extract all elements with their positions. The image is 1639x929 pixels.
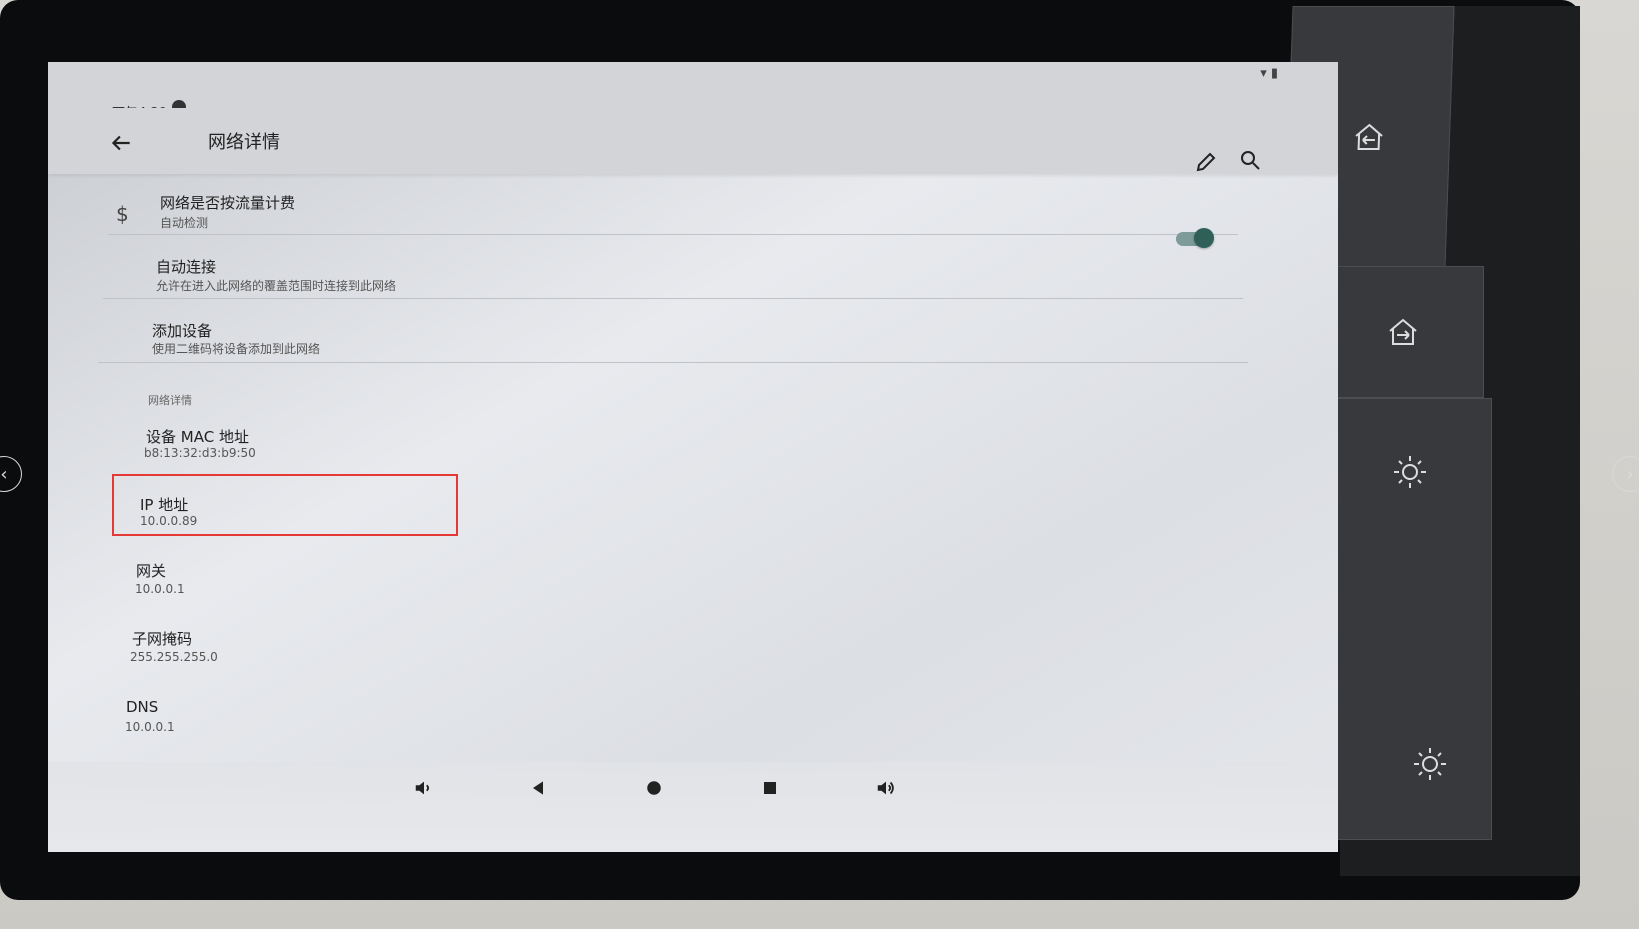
wifi-battery-icon: ▾ ▮ bbox=[1260, 66, 1278, 81]
recents-button[interactable] bbox=[756, 774, 784, 802]
device-frame: 下午4:29 ▾ ▮ 网络详情 $ 网络是否按流量计费 自动检测 自动连接 允许… bbox=[0, 0, 1580, 900]
brightness-down-icon bbox=[1414, 748, 1446, 780]
back-triangle-icon bbox=[533, 781, 543, 795]
volume-down-button[interactable] bbox=[410, 774, 438, 802]
volume-down-icon bbox=[415, 781, 430, 795]
mac-address-title: 设备 MAC 地址 bbox=[146, 428, 249, 446]
add-device-subtitle: 使用二维码将设备添加到此网络 bbox=[152, 342, 321, 356]
home-circle-icon bbox=[647, 781, 661, 795]
row-divider bbox=[98, 362, 1248, 363]
volume-up-icon bbox=[877, 781, 894, 795]
brightness-up-icon bbox=[1394, 456, 1426, 488]
back-button[interactable] bbox=[524, 774, 552, 802]
dns-value: 10.0.0.1 bbox=[125, 720, 175, 734]
status-bar: 下午4:29 ▾ ▮ bbox=[48, 62, 1338, 121]
auto-connect-toggle[interactable] bbox=[1176, 228, 1214, 248]
home-right-icon bbox=[1389, 318, 1417, 345]
highlight-annotation-box bbox=[112, 474, 458, 536]
hardware-home-right-button[interactable] bbox=[1322, 266, 1484, 398]
row-divider bbox=[108, 234, 1238, 235]
hardware-button-panel bbox=[1283, 6, 1580, 876]
next-image-button[interactable]: › bbox=[1612, 456, 1639, 492]
metered-title: 网络是否按流量计费 bbox=[160, 194, 296, 212]
mac-address-value: b8:13:32:d3:b9:50 bbox=[144, 446, 256, 460]
pencil-icon[interactable] bbox=[1194, 150, 1218, 174]
add-device-title: 添加设备 bbox=[152, 322, 213, 340]
back-arrow-icon[interactable] bbox=[108, 130, 134, 156]
tablet-screen: 下午4:29 ▾ ▮ 网络详情 $ 网络是否按流量计费 自动检测 自动连接 允许… bbox=[48, 62, 1338, 852]
brightness-down-button[interactable] bbox=[1411, 745, 1449, 787]
section-header: 网络详情 bbox=[148, 394, 192, 407]
page-title: 网络详情 bbox=[208, 132, 280, 153]
volume-up-button[interactable] bbox=[872, 774, 900, 802]
recents-square-icon bbox=[764, 782, 776, 794]
gateway-title: 网关 bbox=[136, 562, 167, 580]
home-button[interactable] bbox=[640, 774, 668, 802]
hardware-brightness-panel bbox=[1328, 398, 1492, 840]
row-divider bbox=[103, 298, 1243, 299]
auto-connect-subtitle: 允许在进入此网络的覆盖范围时连接到此网络 bbox=[156, 279, 397, 293]
dollar-icon: $ bbox=[116, 202, 129, 226]
navigation-bar bbox=[48, 762, 1338, 852]
subnet-mask-title: 子网掩码 bbox=[132, 630, 193, 648]
search-icon[interactable] bbox=[1238, 148, 1262, 172]
metered-subtitle: 自动检测 bbox=[160, 216, 209, 230]
brightness-up-button[interactable] bbox=[1391, 453, 1429, 495]
subnet-mask-value: 255.255.255.0 bbox=[130, 650, 218, 664]
home-left-icon bbox=[1355, 123, 1383, 150]
app-bar: 网络详情 bbox=[48, 108, 1338, 174]
gateway-value: 10.0.0.1 bbox=[135, 582, 185, 596]
toggle-knob bbox=[1194, 228, 1214, 248]
auto-connect-title: 自动连接 bbox=[156, 258, 217, 276]
dns-title: DNS bbox=[126, 698, 159, 716]
